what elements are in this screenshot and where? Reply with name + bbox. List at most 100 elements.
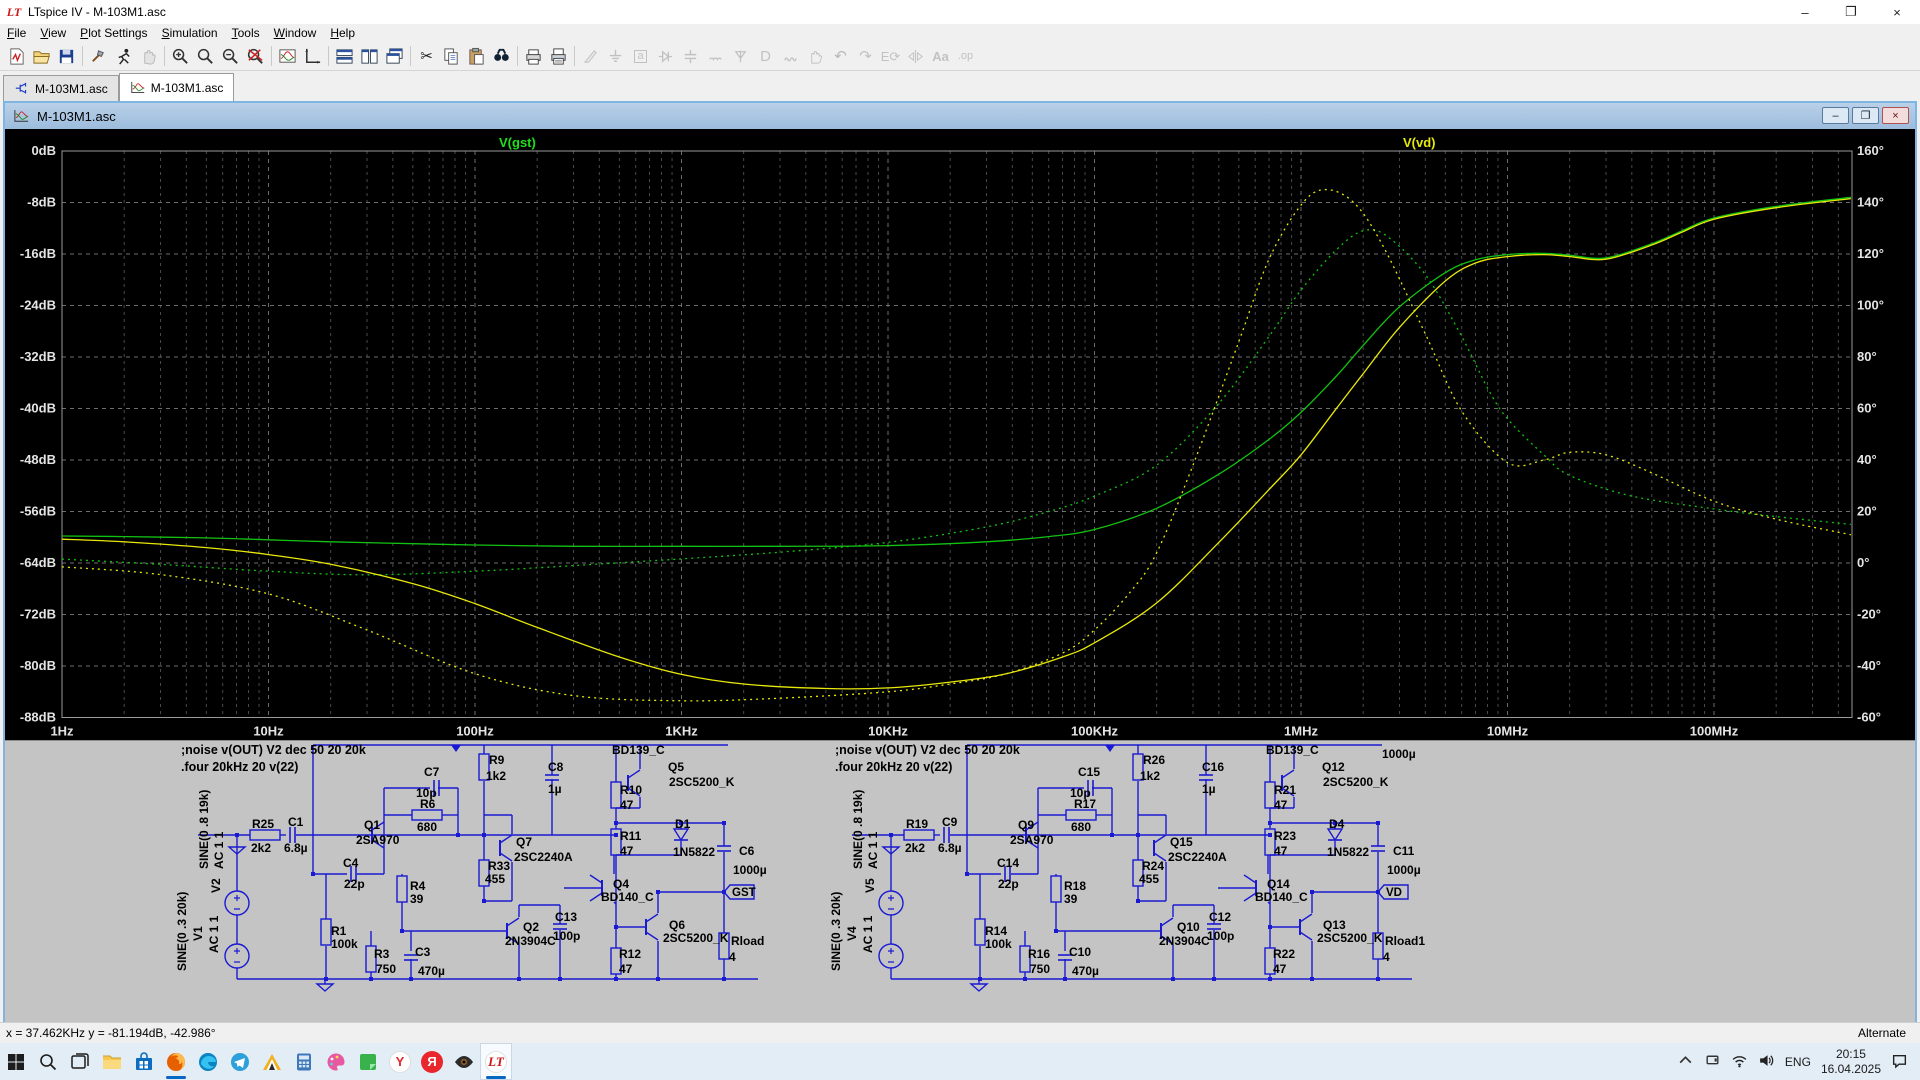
zoom-full-icon[interactable] — [243, 44, 268, 68]
schematic-label: R17 — [1074, 797, 1096, 811]
taskbar-paint-icon[interactable] — [320, 1043, 352, 1080]
tray-chevron-icon[interactable] — [1677, 1052, 1694, 1072]
print-icon[interactable] — [546, 44, 571, 68]
autorange-icon[interactable] — [275, 44, 300, 68]
doc-close-button[interactable]: × — [1882, 107, 1909, 124]
svg-text:-16dB: -16dB — [20, 246, 56, 261]
tab-2-waveform[interactable]: M-103M1.asc — [119, 73, 235, 101]
schematic-label: C9 — [942, 815, 958, 829]
schematic-label: 100p — [553, 929, 580, 943]
taskbar-explorer-icon[interactable] — [96, 1043, 128, 1080]
toolbar-separator — [328, 46, 329, 66]
tile-vertical-icon[interactable] — [332, 44, 357, 68]
schematic-pane[interactable]: ;noise v(OUT) V2 dec 50 20 20k .four 20kH… — [5, 740, 1915, 1022]
doc-minimize-button[interactable]: – — [1822, 107, 1849, 124]
taskbar-store-icon[interactable] — [128, 1043, 160, 1080]
channel-left[interactable]: ;noise v(OUT) V2 dec 50 20 20k .four 20kH… — [175, 743, 767, 991]
schematic-label: C10 — [1069, 945, 1091, 959]
taskbar-calculator-icon[interactable] — [288, 1043, 320, 1080]
tab-1-schematic[interactable]: M-103M1.asc — [3, 75, 119, 101]
control-panel-icon[interactable] — [86, 44, 111, 68]
schematic-label: 4 — [1383, 950, 1390, 964]
schematic-label: Q15 — [1170, 835, 1193, 849]
taskbar-ltspice-icon[interactable]: LT — [480, 1043, 512, 1080]
new-schematic-icon[interactable] — [4, 44, 29, 68]
taskbar-apps: YЯ LT — [0, 1043, 512, 1080]
schematic-label: ;noise v(OUT) V2 dec 50 20 20k — [181, 743, 366, 757]
maximize-button[interactable]: ❐ — [1828, 0, 1874, 24]
schematic-label: R25 — [252, 817, 274, 831]
schematic-label: 100k — [985, 937, 1012, 951]
legend-Vvd[interactable]: V(vd) — [1403, 135, 1436, 150]
schematic-label: R6 — [420, 797, 436, 811]
taskbar-eye-icon[interactable] — [448, 1043, 480, 1080]
zoom-out-icon[interactable] — [218, 44, 243, 68]
schematic-label: Q14 — [1267, 877, 1290, 891]
taskbar-telegram-icon[interactable] — [224, 1043, 256, 1080]
menu-help[interactable]: Help — [323, 25, 362, 41]
schematic-label: .four 20kHz 20 v(22) — [181, 760, 298, 774]
schematic-label: 470µ — [1072, 964, 1099, 978]
find-icon[interactable] — [489, 44, 514, 68]
taskbar-edge-icon[interactable] — [192, 1043, 224, 1080]
paste-icon[interactable] — [464, 44, 489, 68]
wifi-icon[interactable] — [1731, 1052, 1748, 1072]
taskbar-search-icon[interactable] — [32, 1043, 64, 1080]
menu-tools[interactable]: Tools — [225, 25, 267, 41]
svg-text:20°: 20° — [1857, 504, 1877, 519]
taskbar-ybrowser-icon[interactable]: Y — [384, 1043, 416, 1080]
notification-icon[interactable] — [1891, 1052, 1908, 1072]
taskbar-yandex-icon[interactable]: Я — [416, 1043, 448, 1080]
minimize-button[interactable]: – — [1782, 0, 1828, 24]
legend-Vgst[interactable]: V(gst) — [499, 135, 536, 150]
tray-device-icon[interactable] — [1704, 1052, 1721, 1072]
document-title: M-103M1.asc — [37, 109, 116, 124]
schematic-label: 47 — [619, 962, 633, 976]
waveform-plot-pane[interactable]: 0dB-8dB-16dB-24dB-32dB-40dB-48dB-56dB-64… — [5, 129, 1915, 740]
taskbar-designer-icon[interactable] — [256, 1043, 288, 1080]
language-indicator[interactable]: ENG — [1785, 1055, 1811, 1069]
clock[interactable]: 20:15 16.04.2025 — [1821, 1047, 1881, 1077]
schematic-label: 6.8µ — [284, 841, 308, 855]
cascade-icon[interactable] — [382, 44, 407, 68]
schematic-label: Q7 — [516, 835, 532, 849]
schematic-label: Q12 — [1322, 760, 1345, 774]
cut-icon[interactable]: ✂ — [414, 44, 439, 68]
taskbar-firefox-icon[interactable] — [160, 1043, 192, 1080]
schematic-label: Rload — [731, 934, 764, 948]
close-button[interactable]: × — [1874, 0, 1920, 24]
zoom-back-icon[interactable] — [193, 44, 218, 68]
menu-plot-settings[interactable]: Plot Settings — [73, 25, 154, 41]
clock-date: 16.04.2025 — [1821, 1062, 1881, 1077]
taskbar-task-view-icon[interactable] — [64, 1043, 96, 1080]
open-icon[interactable] — [29, 44, 54, 68]
schematic-label: BD139_C — [612, 743, 665, 757]
doc-maximize-button[interactable]: ❐ — [1852, 107, 1879, 124]
copy-icon[interactable] — [439, 44, 464, 68]
schematic-label: SINE(0 .3 20k) — [175, 892, 189, 971]
taskbar-notes-icon[interactable] — [352, 1043, 384, 1080]
menu-window[interactable]: Window — [267, 25, 324, 41]
menu-file[interactable]: File — [0, 25, 33, 41]
svg-text:-8dB: -8dB — [27, 195, 56, 210]
zoom-in-icon[interactable] — [168, 44, 193, 68]
channel-right[interactable]: ;noise v(OUT) V2 dec 50 20 20k.four 20kH… — [829, 743, 1425, 991]
schematic-label: 47 — [1274, 844, 1288, 858]
schematic-label: V4 — [845, 926, 859, 941]
taskbar-start-icon[interactable] — [0, 1043, 32, 1080]
svg-text:140°: 140° — [1857, 195, 1884, 210]
print-setup-icon[interactable] — [521, 44, 546, 68]
run-icon[interactable] — [111, 44, 136, 68]
schematic-label: C8 — [548, 760, 564, 774]
axes-icon[interactable] — [300, 44, 325, 68]
menu-view[interactable]: View — [33, 25, 73, 41]
volume-icon[interactable] — [1758, 1052, 1775, 1072]
document-title-bar[interactable]: M-103M1.asc – ❐ × — [5, 103, 1915, 129]
tab-bar: M-103M1.ascM-103M1.asc — [0, 71, 1920, 101]
svg-text:160°: 160° — [1857, 143, 1884, 158]
save-icon[interactable] — [54, 44, 79, 68]
menu-simulation[interactable]: Simulation — [155, 25, 225, 41]
tile-horizontal-icon[interactable] — [357, 44, 382, 68]
svg-text:1MHz: 1MHz — [1284, 724, 1318, 739]
schematic-label: 39 — [1064, 892, 1078, 906]
